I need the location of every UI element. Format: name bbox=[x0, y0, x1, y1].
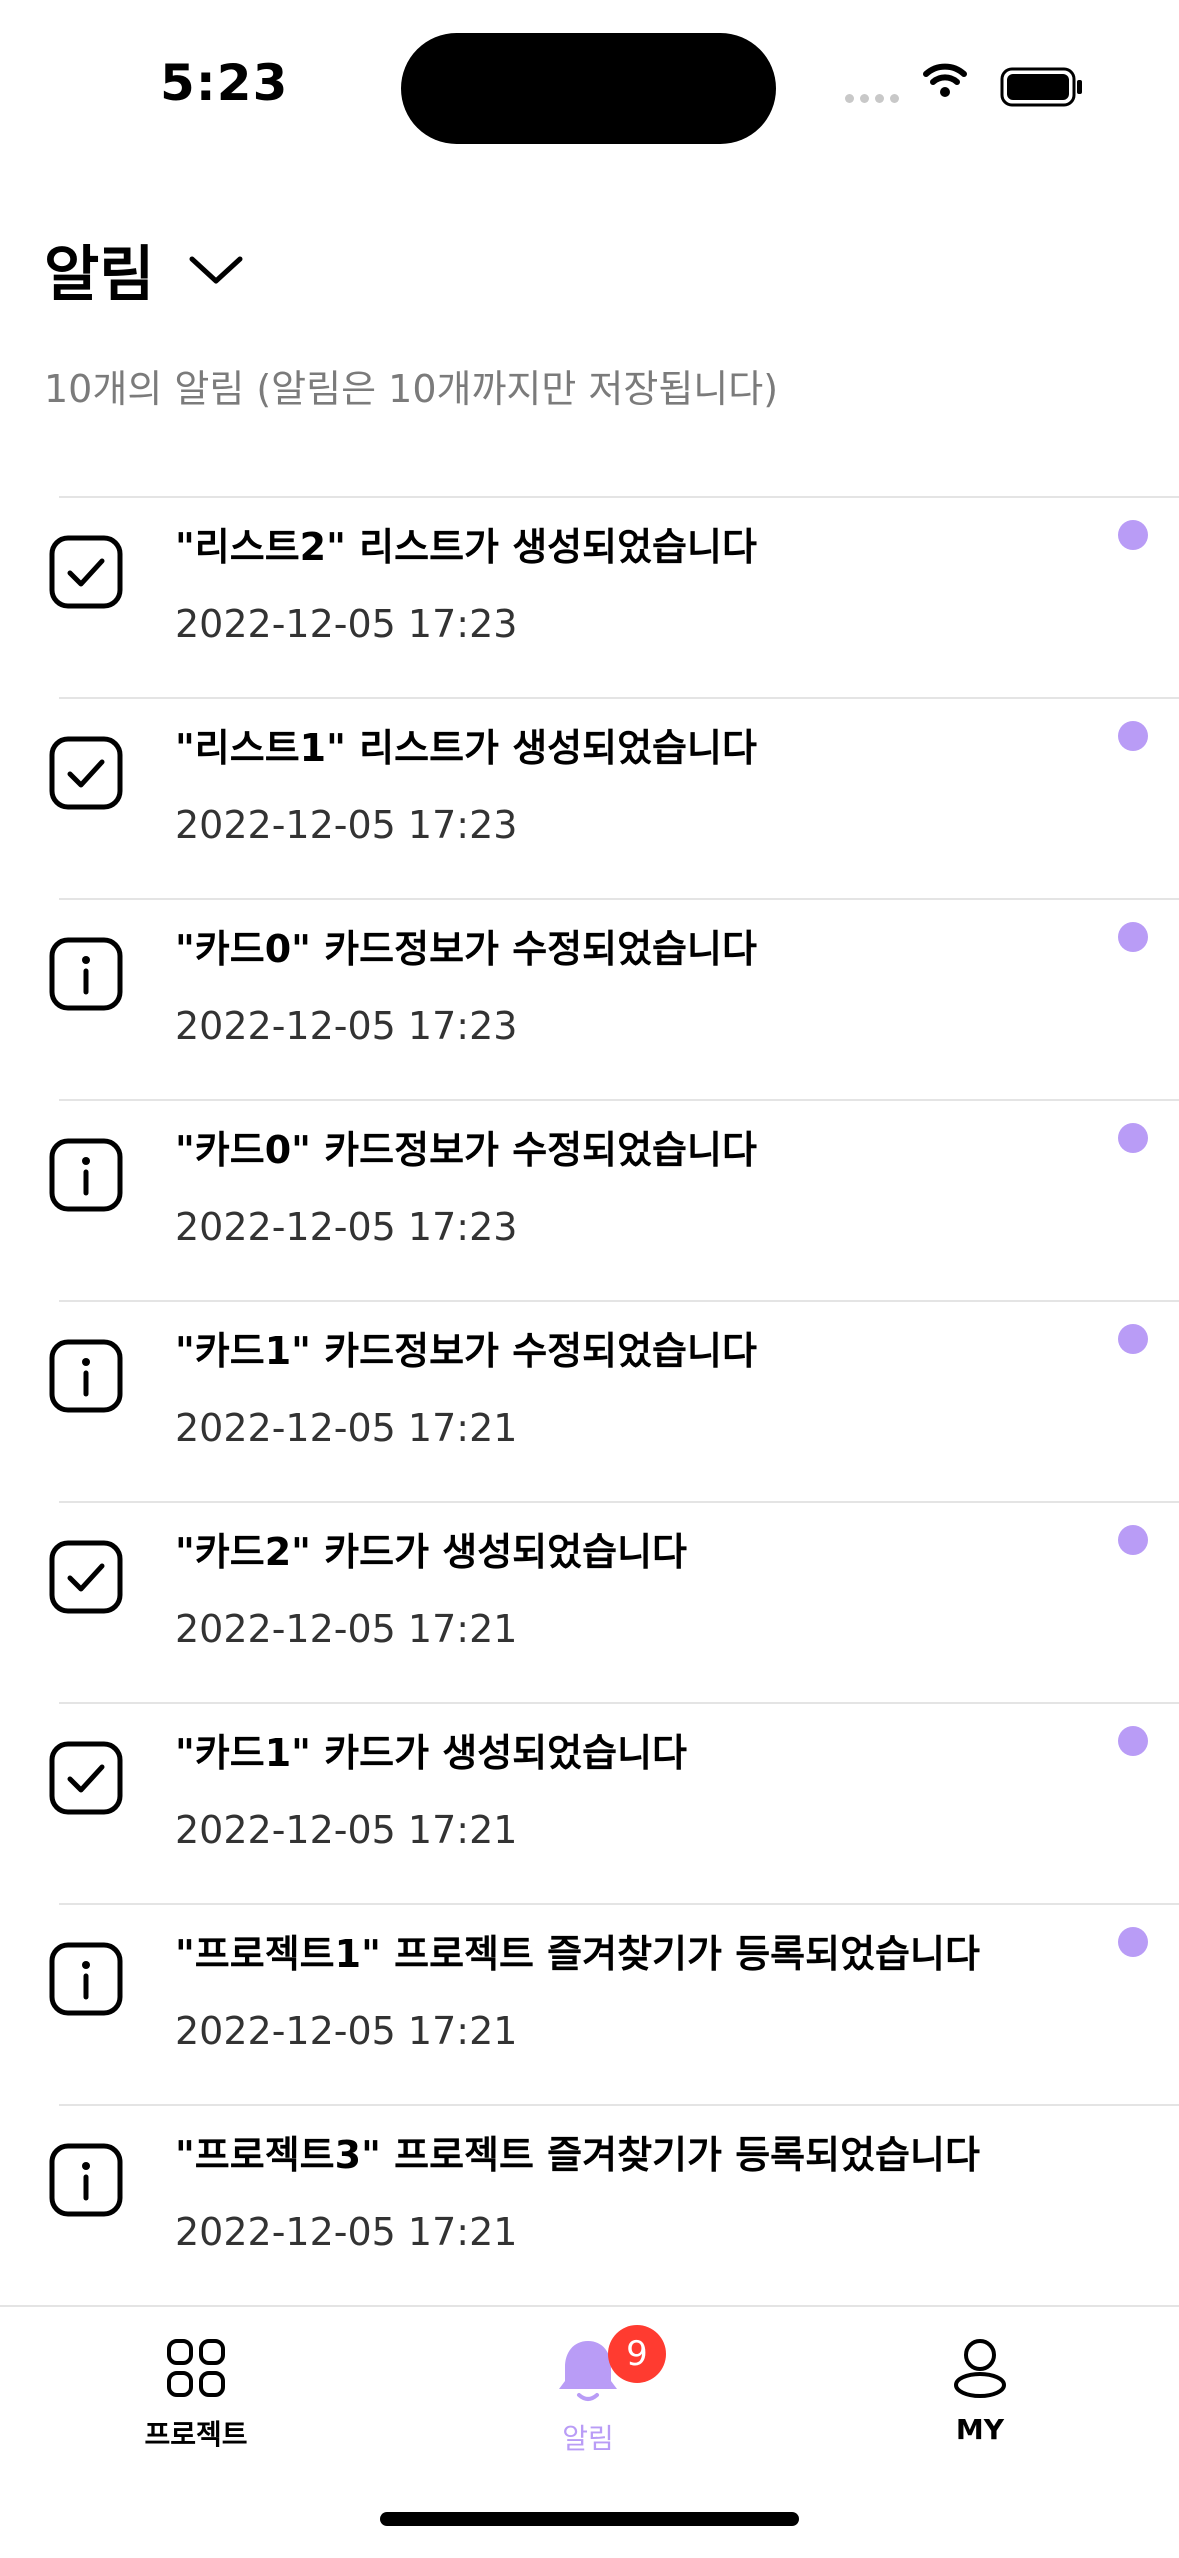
header[interactable]: 알림 bbox=[44, 226, 244, 313]
notification-title: "카드0" 카드정보가 수정되었습니다 bbox=[175, 1128, 757, 1172]
tab-alerts-label: 알림 bbox=[562, 2422, 614, 2455]
check-icon bbox=[48, 1740, 124, 1816]
chevron-down-icon[interactable] bbox=[188, 253, 244, 287]
user-icon bbox=[954, 2339, 1006, 2398]
cellular-signal-icon bbox=[845, 94, 899, 103]
notification-item[interactable]: "카드0" 카드정보가 수정되었습니다 2022-12-05 17:23 bbox=[0, 1099, 1179, 1300]
notification-title: "프로젝트1" 프로젝트 즐겨찾기가 등록되었습니다 bbox=[175, 1932, 980, 1976]
tab-alerts[interactable]: 9 알림 bbox=[488, 2325, 688, 2457]
home-indicator bbox=[380, 2512, 799, 2526]
unread-dot bbox=[1118, 1324, 1148, 1354]
notification-time: 2022-12-05 17:21 bbox=[175, 2210, 518, 2254]
info-icon bbox=[48, 936, 124, 1012]
check-icon bbox=[48, 1539, 124, 1615]
notification-time: 2022-12-05 17:21 bbox=[175, 1607, 518, 1651]
info-icon bbox=[48, 2142, 124, 2218]
unread-dot bbox=[1118, 1123, 1148, 1153]
unread-dot bbox=[1118, 721, 1148, 751]
notification-time: 2022-12-05 17:21 bbox=[175, 1406, 518, 1450]
notification-list: "리스트2" 리스트가 생성되었습니다 2022-12-05 17:23 "리스트1… bbox=[0, 496, 1179, 2305]
notification-time: 2022-12-05 17:23 bbox=[175, 1004, 518, 1048]
notification-item[interactable]: "프로젝트1" 프로젝트 즐겨찾기가 등록되었습니다 2022-12-05 17:… bbox=[0, 1903, 1179, 2104]
wifi-icon bbox=[923, 63, 967, 97]
notification-time: 2022-12-05 17:23 bbox=[175, 1205, 518, 1249]
alerts-badge: 9 bbox=[608, 2325, 666, 2383]
notification-title: "카드1" 카드정보가 수정되었습니다 bbox=[175, 1329, 757, 1373]
battery-icon bbox=[1000, 67, 1082, 107]
notification-item[interactable]: "카드0" 카드정보가 수정되었습니다 2022-12-05 17:23 bbox=[0, 898, 1179, 1099]
grid-icon bbox=[167, 2339, 225, 2397]
notification-title: "카드0" 카드정보가 수정되었습니다 bbox=[175, 927, 757, 971]
page-title: 알림 bbox=[44, 240, 155, 310]
notification-time: 2022-12-05 17:21 bbox=[175, 1808, 518, 1852]
notification-item[interactable]: "카드1" 카드가 생성되었습니다 2022-12-05 17:21 bbox=[0, 1702, 1179, 1903]
tab-my[interactable]: MY bbox=[880, 2337, 1080, 2446]
notification-title: "리스트2" 리스트가 생성되었습니다 bbox=[175, 525, 757, 569]
notification-time: 2022-12-05 17:23 bbox=[175, 602, 518, 646]
notification-title: "프로젝트3" 프로젝트 즐겨찾기가 등록되었습니다 bbox=[175, 2133, 980, 2177]
info-icon bbox=[48, 1137, 124, 1213]
notification-item[interactable]: "리스트2" 리스트가 생성되었습니다 2022-12-05 17:23 bbox=[0, 496, 1179, 697]
unread-dot bbox=[1118, 922, 1148, 952]
unread-dot bbox=[1118, 520, 1148, 550]
unread-dot bbox=[1118, 1726, 1148, 1756]
notification-time: 2022-12-05 17:21 bbox=[175, 2009, 518, 2053]
notification-item[interactable]: "카드2" 카드가 생성되었습니다 2022-12-05 17:21 bbox=[0, 1501, 1179, 1702]
notification-item[interactable]: "카드1" 카드정보가 수정되었습니다 2022-12-05 17:21 bbox=[0, 1300, 1179, 1501]
check-icon bbox=[48, 735, 124, 811]
notification-count-text: 10개의 알림 (알림은 10개까지만 저장됩니다) bbox=[44, 367, 779, 411]
tab-projects[interactable]: 프로젝트 bbox=[96, 2337, 296, 2453]
unread-dot bbox=[1118, 1525, 1148, 1555]
info-icon bbox=[48, 1941, 124, 2017]
notification-item[interactable]: "프로젝트3" 프로젝트 즐겨찾기가 등록되었습니다 2022-12-05 17:… bbox=[0, 2104, 1179, 2305]
tab-my-label: MY bbox=[955, 2413, 1005, 2446]
info-icon bbox=[48, 1338, 124, 1414]
notification-time: 2022-12-05 17:23 bbox=[175, 803, 518, 847]
notification-item[interactable]: "리스트1" 리스트가 생성되었습니다 2022-12-05 17:23 bbox=[0, 697, 1179, 898]
notification-title: "카드2" 카드가 생성되었습니다 bbox=[175, 1530, 688, 1574]
status-bar: 5:23 bbox=[0, 0, 1179, 170]
check-icon bbox=[48, 534, 124, 610]
tab-projects-label: 프로젝트 bbox=[144, 2418, 248, 2451]
status-time: 5:23 bbox=[160, 54, 289, 112]
dynamic-island bbox=[401, 33, 776, 144]
unread-dot bbox=[1118, 1927, 1148, 1957]
notification-title: "리스트1" 리스트가 생성되었습니다 bbox=[175, 726, 757, 770]
notification-title: "카드1" 카드가 생성되었습니다 bbox=[175, 1731, 688, 1775]
